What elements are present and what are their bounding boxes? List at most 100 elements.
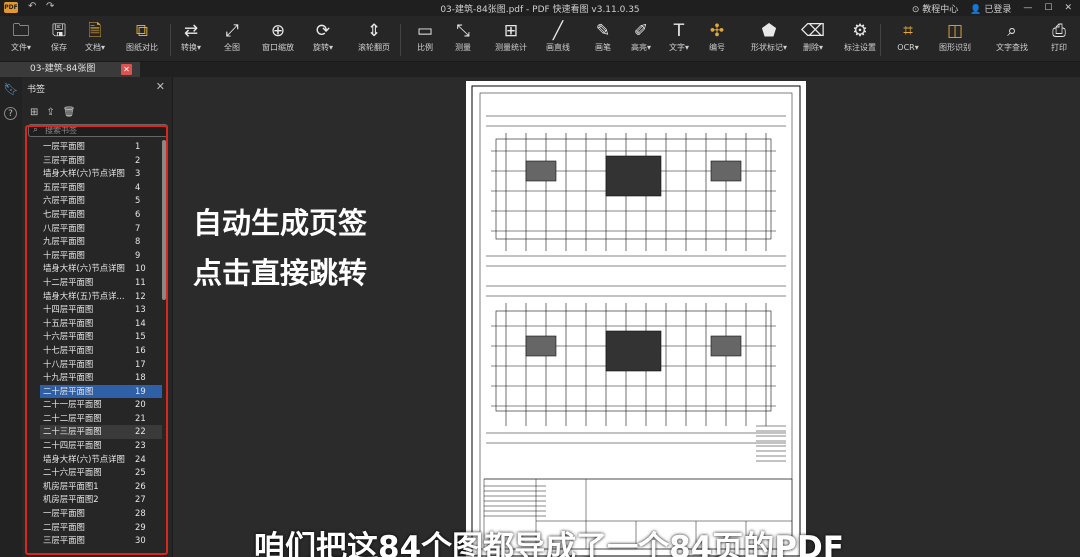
bookmark-item[interactable]: 二十四层平面图 23: [40, 439, 162, 453]
toolbar-shape-recognize-button[interactable]: ◫ 图形识别: [934, 20, 976, 60]
toolbar-eraser-button[interactable]: ⌫ 删除▾: [796, 20, 830, 60]
bookmark-search-input[interactable]: ⌕ 搜索书签: [28, 124, 168, 137]
toolbar-label: 文字▾: [668, 43, 689, 52]
toolbar-label: 高亮▾: [630, 43, 651, 52]
floor-plan-upper: [486, 115, 786, 267]
toolbar-line-button[interactable]: ╱ 画直线: [540, 20, 576, 60]
toolbar-shape-mark-button[interactable]: ⬟ 形状标记▾: [742, 20, 796, 60]
bookmark-page-number: 10: [135, 263, 146, 274]
close-tab-icon[interactable]: ✕: [121, 64, 132, 75]
tutorial-center-label: 教程中心: [922, 4, 959, 15]
bookmark-page-number: 23: [135, 440, 146, 451]
shape-mark-icon: ⬟: [761, 21, 777, 41]
toolbar-annotation-settings-button[interactable]: ⚙ 标注设置: [836, 20, 884, 60]
bookmark-item[interactable]: 十九层平面图 18: [40, 371, 162, 385]
toolbar-text-search-button[interactable]: ⌕ 文字查找: [990, 20, 1034, 60]
toolbar-label: 全图: [224, 43, 240, 52]
toolbar-pen-button[interactable]: ✎ 画笔: [590, 20, 616, 60]
bookmark-panel-icon[interactable]: 🔖︎: [3, 81, 19, 97]
toolbar-ocr-button[interactable]: ⌗ OCR▾: [892, 20, 924, 60]
toolbar-scale-button[interactable]: ▭ 比例: [410, 20, 440, 60]
bookmark-item[interactable]: 墙身大样(六)节点详图 3: [40, 167, 162, 181]
bookmark-item[interactable]: 十五层平面图 14: [40, 317, 162, 331]
bookmark-item[interactable]: 七层平面图 6: [40, 208, 162, 222]
toolbar-window-zoom-button[interactable]: ⊕ 窗口缩放: [256, 20, 300, 60]
bookmark-item[interactable]: 一层平面图 28: [40, 507, 162, 521]
bookmark-item[interactable]: 二十层平面图 19: [40, 384, 162, 399]
toolbar-convert-button[interactable]: ⇄ 转换▾: [176, 20, 206, 60]
toolbar-highlight-button[interactable]: ✐ 高亮▾: [626, 20, 656, 60]
document-tab[interactable]: 03-建筑-84张图 ✕: [0, 62, 140, 77]
bookmark-item[interactable]: 十七层平面图 16: [40, 344, 162, 358]
bookmark-item[interactable]: 二十六层平面图 25: [40, 466, 162, 480]
toolbar-folder-button[interactable]: 🗀 文件▾: [6, 20, 36, 60]
bookmark-item[interactable]: 机房层平面图1 26: [40, 480, 162, 494]
bookmark-item[interactable]: 机房层平面图2 27: [40, 493, 162, 507]
minimize-icon[interactable]: —: [1023, 3, 1032, 13]
bookmark-item[interactable]: 八层平面图 7: [40, 222, 162, 236]
toolbar-save-button[interactable]: 🖫 保存: [44, 20, 74, 60]
bookmark-title: 二十四层平面图: [43, 440, 102, 451]
bookmark-scrollbar[interactable]: [162, 140, 166, 300]
fullview-icon: ⤢: [225, 21, 239, 41]
bookmark-item[interactable]: 二十二层平面图 21: [40, 412, 162, 426]
bookmark-title: 六层平面图: [43, 195, 85, 206]
maximize-icon[interactable]: ☐: [1044, 3, 1052, 13]
document-viewer[interactable]: [174, 77, 1080, 557]
tutorial-center-link[interactable]: ⊙ 教程中心: [912, 2, 958, 15]
toolbar-rotate-button[interactable]: ⟳ 旋转▾: [308, 20, 338, 60]
bookmark-item[interactable]: 墙身大样(六)节点详图 10: [40, 262, 162, 276]
scroll-page-icon: ⇕: [366, 21, 382, 41]
toolbar-text-button[interactable]: T 文字▾: [664, 20, 694, 60]
bookmark-item[interactable]: 墙身大样(五)节点详... 12: [40, 290, 162, 304]
pen-icon: ✎: [595, 21, 611, 41]
toolbar-numbering-button[interactable]: ✣ 编号: [702, 20, 732, 60]
delete-bookmark-icon[interactable]: 🗑︎: [63, 107, 76, 118]
toolbar-compare-button[interactable]: ⧉ 图纸对比: [120, 20, 164, 60]
bookmark-page-number: 2: [135, 154, 141, 165]
close-window-icon[interactable]: ✕: [1064, 3, 1072, 13]
bookmark-title: 十九层平面图: [43, 372, 94, 383]
toolbar-document-button[interactable]: 🗎 文档▾: [80, 20, 110, 60]
bookmark-item[interactable]: 十六层平面图 15: [40, 330, 162, 344]
close-panel-icon[interactable]: ✕: [156, 80, 165, 93]
bookmark-page-number: 30: [135, 535, 146, 546]
bookmark-title: 一层平面图: [43, 508, 85, 519]
toolbar-label: 文字查找: [996, 43, 1028, 52]
bookmark-item[interactable]: 十八层平面图 17: [40, 358, 162, 372]
bookmark-item[interactable]: 二十三层平面图 22: [40, 425, 162, 440]
bookmark-page-number: 16: [135, 344, 146, 355]
bookmark-item[interactable]: 三层平面图 2: [40, 154, 162, 168]
help-icon[interactable]: ?: [4, 107, 17, 120]
bookmark-item[interactable]: 九层平面图 8: [40, 235, 162, 249]
toolbar-label: 打印: [1051, 43, 1067, 52]
import-bookmark-icon[interactable]: ⇪: [46, 107, 54, 118]
bookmark-title: 墙身大样(六)节点详图: [43, 453, 125, 464]
bookmark-item[interactable]: 十二层平面图 11: [40, 276, 162, 290]
toolbar-separator: [880, 24, 881, 56]
line-icon: ╱: [552, 21, 564, 41]
toolbar-print-button[interactable]: ⎙ 打印: [1044, 20, 1074, 60]
bookmark-page-number: 25: [135, 467, 146, 478]
add-bookmark-icon[interactable]: ⊞: [30, 107, 38, 118]
toolbar-label: 测量: [455, 43, 471, 52]
pdf-page[interactable]: [466, 81, 806, 557]
bookmark-item[interactable]: 五层平面图 4: [40, 181, 162, 195]
bookmark-item[interactable]: 二层平面图 29: [40, 521, 162, 535]
numbering-icon: ✣: [709, 21, 725, 41]
bookmark-item[interactable]: 十四层平面图 13: [40, 303, 162, 317]
toolbar-measure-stats-button[interactable]: ⊞ 测量统计: [486, 20, 536, 60]
toolbar-separator: [170, 24, 171, 56]
bookmark-item[interactable]: 墙身大样(六)节点详图 24: [40, 453, 162, 467]
bookmark-item[interactable]: 二十一层平面图 20: [40, 398, 162, 412]
bookmark-page-number: 6: [135, 208, 141, 219]
bookmark-item[interactable]: 六层平面图 5: [40, 194, 162, 208]
login-status[interactable]: 👤 已登录: [970, 2, 1011, 15]
toolbar-measure-button[interactable]: ⤡ 测量: [448, 20, 478, 60]
bookmark-item[interactable]: 三层平面图 30: [40, 534, 162, 548]
bookmark-item[interactable]: 十层平面图 9: [40, 249, 162, 263]
bookmark-item[interactable]: 一层平面图 1: [40, 140, 162, 154]
bookmark-page-number: 27: [135, 494, 146, 505]
toolbar-scroll-page-button[interactable]: ⇕ 滚轮翻页: [350, 20, 398, 60]
toolbar-fullview-button[interactable]: ⤢ 全图: [218, 20, 246, 60]
